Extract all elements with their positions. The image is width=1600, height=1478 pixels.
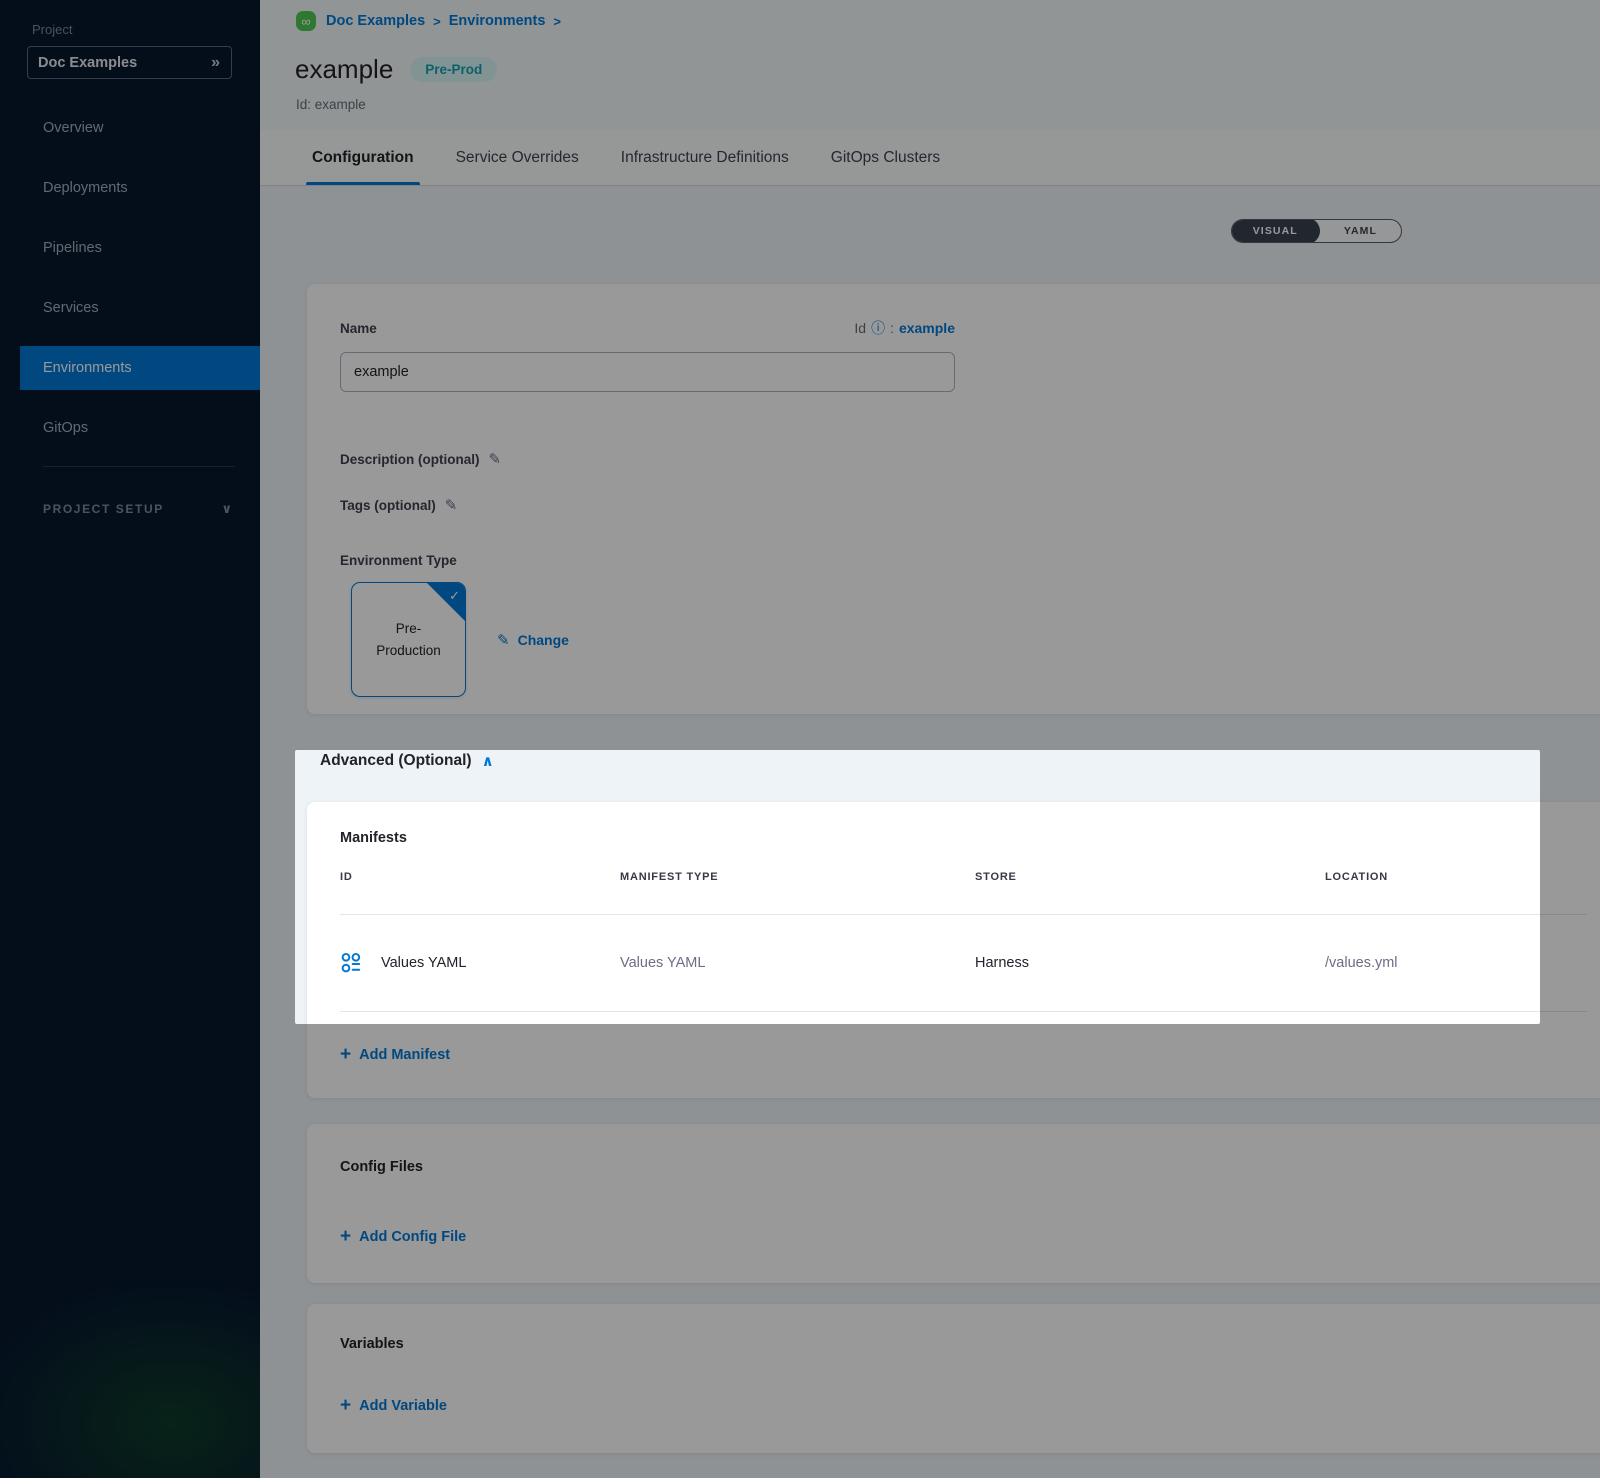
sidebar-item-overview[interactable]: Overview [0, 106, 260, 150]
column-manifest-type: MANIFEST TYPE [620, 870, 975, 884]
env-type-row: Pre-Production ✓ ✎ Change [351, 582, 955, 697]
sidebar-decoration [0, 1288, 260, 1478]
content-area: VISUAL YAML Name Id ⓘ : example [260, 186, 1600, 1478]
breadcrumb-project-link[interactable]: Doc Examples [326, 13, 425, 29]
collapse-sidebar-icon[interactable]: » [211, 54, 219, 72]
visual-yaml-toggle: VISUAL YAML [1231, 219, 1402, 243]
edit-description-icon[interactable]: ✎ [489, 450, 502, 468]
page-header: ∞ Doc Examples > Environments > example … [260, 0, 1600, 130]
env-type-label: Environment Type [340, 553, 457, 568]
env-type-card-preproduction[interactable]: Pre-Production ✓ [351, 582, 466, 697]
env-type-label-row: Environment Type [340, 551, 955, 569]
manifest-type-cell: Values YAML [620, 955, 975, 971]
manifest-location-cell: /values.yml [1325, 955, 1587, 971]
tab-gitops-clusters[interactable]: GitOps Clusters [829, 130, 942, 185]
env-type-badge: Pre-Prod [410, 57, 497, 82]
edit-pencil-icon: ✎ [497, 631, 510, 649]
id-prefix-label: Id [854, 320, 866, 336]
entity-id: Id: example [296, 97, 1600, 112]
breadcrumb-separator-icon: > [553, 14, 561, 29]
add-variable-button[interactable]: + Add Variable [340, 1396, 447, 1416]
config-files-card: Config Files + Add Config File [307, 1124, 1600, 1283]
tags-row: Tags (optional) ✎ [340, 496, 955, 514]
manifests-heading: Manifests [340, 828, 1587, 848]
toggle-yaml[interactable]: YAML [1320, 219, 1401, 243]
config-files-heading: Config Files [340, 1157, 1587, 1177]
edit-tags-icon[interactable]: ✎ [445, 496, 458, 514]
env-type-card-label: Pre-Production [365, 618, 452, 661]
description-row: Description (optional) ✎ [340, 450, 955, 468]
title-row: example Pre-Prod [295, 54, 1600, 85]
column-location: LOCATION [1325, 870, 1587, 884]
name-input[interactable] [340, 352, 955, 392]
breadcrumb: ∞ Doc Examples > Environments > [296, 10, 1600, 32]
column-id: ID [340, 870, 620, 884]
form-column: Name Id ⓘ : example Description (optiona… [340, 320, 955, 697]
add-config-file-button[interactable]: + Add Config File [340, 1227, 466, 1247]
project-label: Project [0, 0, 260, 37]
sidebar-item-pipelines[interactable]: Pipelines [0, 226, 260, 270]
manifest-id-cell: Values YAML [340, 952, 620, 975]
id-group: Id ⓘ : example [854, 318, 955, 338]
sidebar-divider [43, 466, 235, 467]
add-manifest-button[interactable]: + Add Manifest [340, 1045, 450, 1065]
view-toggle-row: VISUAL YAML [307, 219, 1600, 243]
app-window: Project Doc Examples » Overview Deployme… [0, 0, 1600, 1478]
name-label-row: Name Id ⓘ : example [340, 320, 955, 336]
description-label: Description (optional) [340, 452, 480, 467]
tab-configuration[interactable]: Configuration [310, 130, 416, 185]
tab-service-overrides[interactable]: Service Overrides [454, 130, 581, 185]
page-title: example [295, 54, 393, 85]
add-variable-label: Add Variable [359, 1396, 447, 1416]
project-selector[interactable]: Doc Examples » [27, 46, 232, 79]
chevron-down-icon: ∨ [221, 501, 232, 517]
manifest-store-cell: Harness [975, 955, 1325, 971]
sidebar-item-gitops[interactable]: GitOps [0, 406, 260, 450]
table-row[interactable]: Values YAML Values YAML Harness /values.… [340, 915, 1587, 1012]
plus-icon: + [340, 1227, 351, 1247]
toggle-visual[interactable]: VISUAL [1231, 219, 1320, 243]
variables-card: Variables + Add Variable [307, 1304, 1600, 1453]
id-colon: : [890, 320, 894, 336]
add-manifest-label: Add Manifest [359, 1045, 450, 1065]
id-value-link[interactable]: example [899, 320, 955, 336]
main-area: ∞ Doc Examples > Environments > example … [260, 0, 1600, 1478]
name-label: Name [340, 321, 377, 336]
advanced-card: Manifests ID MANIFEST TYPE STORE LOCATIO… [307, 802, 1600, 1098]
sidebar-item-project-setup[interactable]: PROJECT SETUP ∨ [0, 491, 260, 527]
column-store: STORE [975, 870, 1325, 884]
info-icon[interactable]: ⓘ [871, 318, 885, 338]
manifests-table-header: ID MANIFEST TYPE STORE LOCATION [340, 870, 1587, 915]
breadcrumb-separator-icon: > [433, 14, 441, 29]
sidebar-item-services[interactable]: Services [0, 286, 260, 330]
sidebar-nav: Overview Deployments Pipelines Services … [0, 106, 260, 450]
advanced-title: Advanced (Optional) [320, 752, 472, 770]
tags-label: Tags (optional) [340, 498, 436, 513]
plus-icon: + [340, 1045, 351, 1065]
tab-bar: Configuration Service Overrides Infrastr… [260, 130, 1600, 186]
manifest-id-text: Values YAML [381, 955, 466, 971]
advanced-section-toggle[interactable]: Advanced (Optional) ∧ [307, 748, 1600, 774]
project-name: Doc Examples [38, 55, 137, 71]
project-setup-label: PROJECT SETUP [43, 502, 164, 516]
environments-module-icon: ∞ [296, 11, 316, 31]
environment-form-card: Name Id ⓘ : example Description (optiona… [307, 284, 1600, 714]
manifests-table: ID MANIFEST TYPE STORE LOCATION [340, 870, 1587, 1012]
manifest-values-icon [340, 952, 363, 975]
sidebar-item-environments[interactable]: Environments [20, 346, 260, 390]
sidebar-item-deployments[interactable]: Deployments [0, 166, 260, 210]
change-label: Change [518, 632, 569, 648]
sidebar: Project Doc Examples » Overview Deployme… [0, 0, 260, 1478]
variables-heading: Variables [340, 1334, 1587, 1354]
check-icon: ✓ [449, 586, 460, 607]
breadcrumb-environments-link[interactable]: Environments [449, 13, 546, 29]
add-config-file-label: Add Config File [359, 1227, 466, 1247]
tab-infrastructure-definitions[interactable]: Infrastructure Definitions [619, 130, 791, 185]
change-env-type-button[interactable]: ✎ Change [497, 631, 569, 649]
chevron-up-icon: ∧ [482, 752, 494, 770]
plus-icon: + [340, 1396, 351, 1416]
